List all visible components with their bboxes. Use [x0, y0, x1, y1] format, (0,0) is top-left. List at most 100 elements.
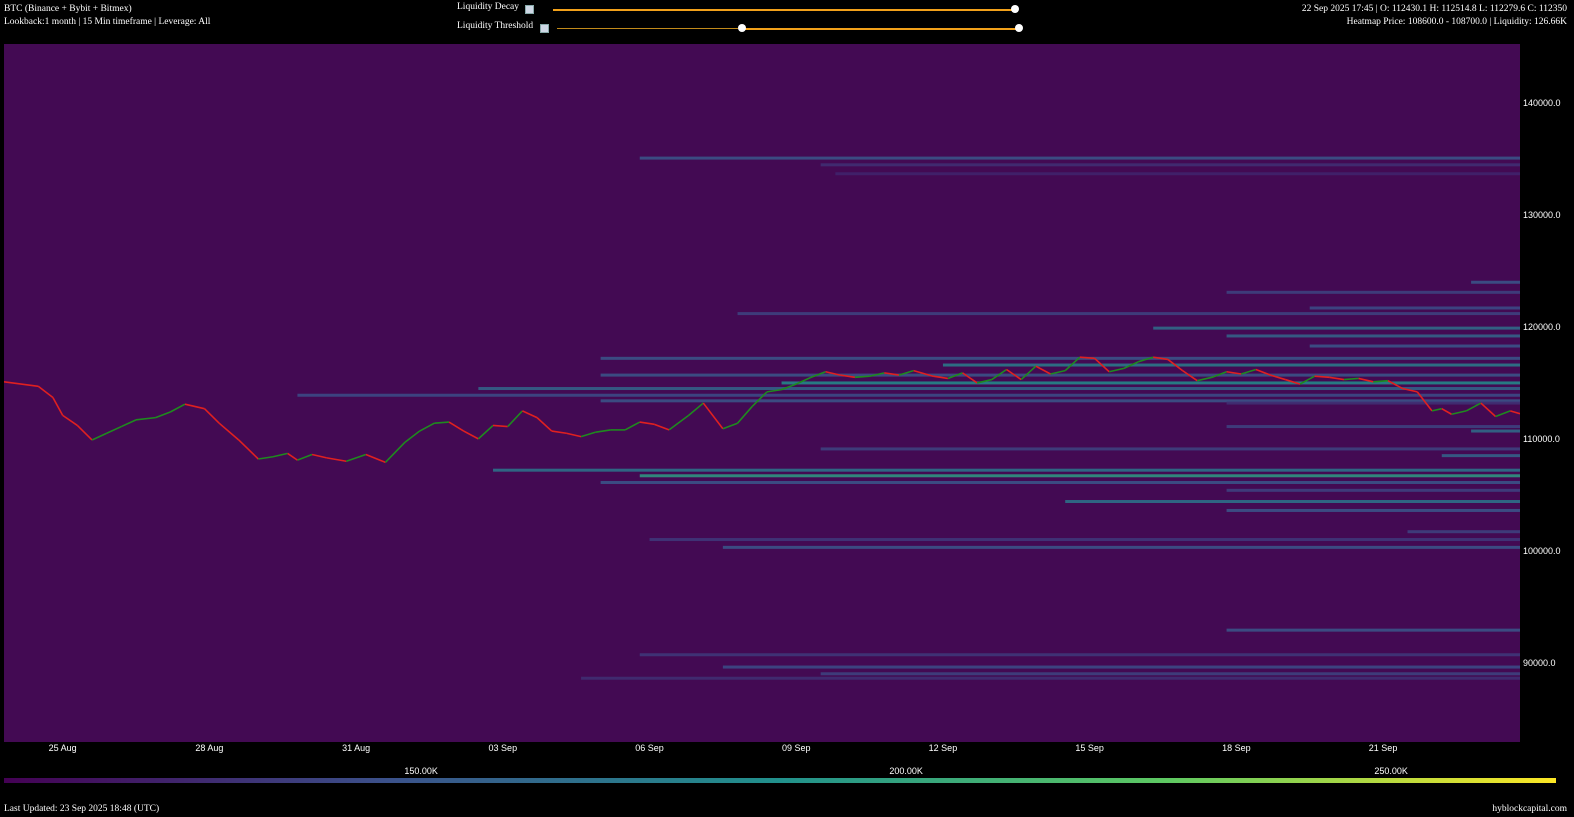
price-segment: [1020, 365, 1037, 381]
liquidity-band-5: [1309, 306, 1520, 310]
price-segment: [492, 424, 508, 428]
liquidity-threshold-low-thumb[interactable]: [737, 24, 746, 32]
price-segment: [1441, 407, 1452, 415]
last-updated: Last Updated: 23 Sep 2025 18:48 (UTC): [4, 804, 160, 814]
liquidity-band-25: [1226, 488, 1520, 492]
price-segment: [624, 421, 641, 431]
liquidity-band-21: [1441, 454, 1520, 458]
liquidity-band-18: [1226, 425, 1520, 429]
price-segment: [1329, 376, 1345, 381]
liquidity-band-1: [820, 163, 1520, 167]
price-segment: [326, 457, 347, 463]
price-segment: [297, 453, 313, 461]
price-segment: [477, 424, 494, 440]
price-segment: [272, 452, 288, 458]
price-segment: [1509, 410, 1520, 415]
price-segment: [384, 441, 406, 463]
liquidity-band-22: [493, 468, 1520, 472]
liquidity-band-8: [1226, 334, 1520, 338]
price-segment: [1358, 377, 1374, 383]
price-segment: [595, 429, 611, 433]
liquidity-band-35: [581, 676, 1520, 680]
liquidity-band-2: [835, 172, 1520, 176]
liquidity-band-17: [1226, 401, 1520, 405]
date-tick-label: 15 Sep: [1075, 743, 1104, 753]
liquidity-colorbar: [4, 778, 1556, 783]
chart-settings-summary: Lookback:1 month | 15 Min timeframe | Le…: [4, 17, 211, 27]
price-segment: [1314, 375, 1330, 379]
liquidity-threshold-control: Liquidity Threshold: [457, 21, 1027, 35]
price-segment: [507, 410, 523, 428]
price-segment: [37, 385, 54, 399]
liquidity-band-3: [1471, 280, 1520, 284]
liquidity-band-34: [820, 672, 1520, 676]
date-tick-label: 18 Sep: [1222, 743, 1251, 753]
price-segment: [404, 430, 421, 443]
price-segment: [287, 452, 298, 461]
liquidity-decay-thumb[interactable]: [1011, 5, 1019, 13]
price-segment: [311, 453, 327, 459]
price-segment: [419, 422, 435, 432]
liquidity-threshold-high-thumb[interactable]: [1015, 24, 1023, 32]
price-segment: [1451, 410, 1467, 416]
liquidity-decay-control: Liquidity Decay: [457, 2, 1027, 16]
liquidity-band-7: [1153, 326, 1520, 330]
liquidity-band-31: [1226, 628, 1520, 632]
price-segment: [1343, 377, 1359, 381]
liquidity-threshold-track-inactive[interactable]: [557, 28, 738, 29]
liquidity-band-33: [722, 665, 1520, 669]
price-segment: [52, 397, 64, 416]
price-tick-label: 120000.0: [1523, 322, 1561, 333]
date-tick-label: 25 Aug: [48, 743, 77, 753]
price-segment: [62, 414, 78, 427]
date-tick-label: 03 Sep: [488, 743, 518, 753]
price-segment: [448, 421, 465, 432]
price-segment: [4, 381, 39, 388]
liquidity-threshold-track-active[interactable]: [741, 28, 1019, 30]
liquidity-band-23: [639, 474, 1520, 478]
price-segment: [1431, 407, 1442, 412]
price-segment: [736, 405, 753, 424]
price-segment: [639, 421, 655, 426]
price-segment: [76, 424, 93, 441]
price-segment: [668, 414, 690, 431]
price-segment: [854, 375, 870, 379]
price-segment: [106, 425, 122, 434]
price-tick-label: 140000.0: [1523, 98, 1561, 109]
price-axis: 140000.0 130000.0 120000.0 110000.0 100000.0…: [1520, 44, 1574, 742]
liquidity-band-13: [781, 381, 1520, 385]
price-tick-label: 100000.0: [1523, 545, 1561, 556]
chart-title: BTC (Binance + Bybit + Bitmex): [4, 4, 132, 14]
price-segment: [238, 439, 259, 460]
heatmap-readout: Heatmap Price: 108600.0 - 108700.0 | Liq…: [1346, 17, 1567, 27]
liquidity-decay-track[interactable]: [553, 9, 1015, 11]
price-segment: [184, 403, 205, 410]
date-tick-label: 28 Aug: [195, 743, 224, 753]
price-segment: [580, 431, 596, 438]
price-segment: [702, 402, 724, 430]
liquidation-heatmap[interactable]: [4, 44, 1520, 742]
price-segment: [121, 419, 137, 428]
price-segment: [722, 422, 738, 430]
price-tick-label: 90000.0: [1523, 657, 1556, 668]
colorbar-tick-label: 150.00K: [404, 766, 438, 776]
liquidity-band-10: [600, 356, 1520, 360]
liquidity-band-6: [737, 312, 1520, 316]
price-segment: [218, 422, 240, 441]
liquidity-band-9: [1309, 344, 1520, 348]
price-segment: [1197, 376, 1213, 382]
date-tick-label: 12 Sep: [928, 743, 958, 753]
ohlc-readout: 22 Sep 2025 17:45 | O: 112430.1 H: 11251…: [1301, 4, 1567, 14]
price-segment: [688, 402, 704, 416]
liquidity-decay-toggle-icon[interactable]: [525, 5, 534, 14]
liquidity-band-32: [639, 653, 1520, 657]
price-segment: [169, 403, 186, 413]
price-segment: [522, 410, 538, 419]
price-segment: [346, 453, 367, 462]
liquidity-band-4: [1226, 290, 1520, 294]
liquidity-threshold-toggle-icon[interactable]: [540, 24, 549, 33]
date-tick-label: 06 Sep: [635, 743, 664, 753]
liquidity-band-11: [942, 363, 1520, 367]
liquidity-band-14: [478, 387, 1520, 391]
price-tick-label: 110000.0: [1523, 433, 1560, 444]
